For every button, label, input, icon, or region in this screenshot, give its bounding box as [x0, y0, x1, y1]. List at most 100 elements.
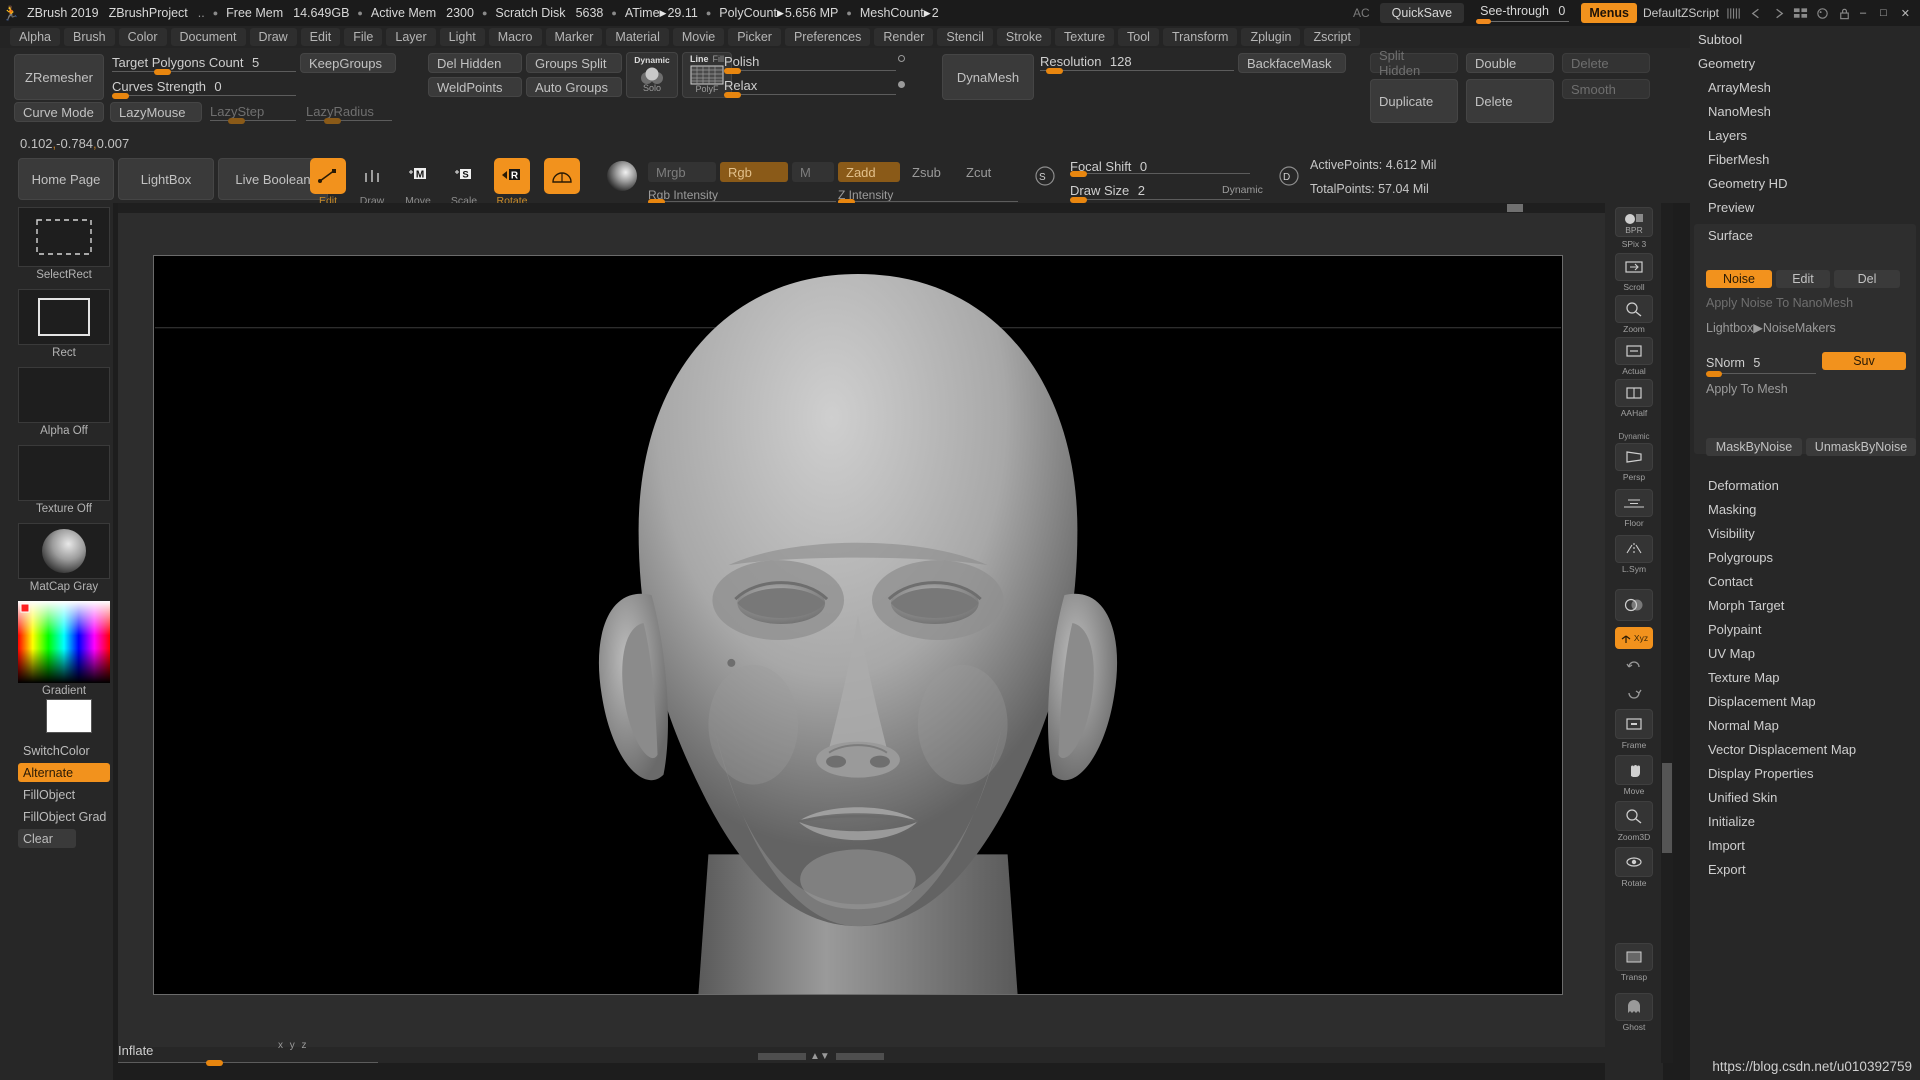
panel-item-deformation[interactable]: Deformation	[1708, 478, 1779, 493]
backface-mask-button[interactable]: BackfaceMask	[1238, 53, 1346, 73]
panel-item-morph-target[interactable]: Morph Target	[1708, 598, 1784, 613]
panel-item-displacement-map[interactable]: Displacement Map	[1708, 694, 1816, 709]
floor-grid-button[interactable]	[1615, 489, 1653, 517]
zremesher-button[interactable]: ZRemesher	[14, 54, 104, 100]
current-material-preview[interactable]	[600, 156, 644, 196]
noise-del-button[interactable]: Del	[1834, 270, 1900, 288]
color-picker-tile[interactable]: Gradient	[18, 601, 110, 697]
curve-mode-button[interactable]: Curve Mode	[14, 102, 104, 122]
rotate-mode-button[interactable]: R	[494, 158, 530, 194]
frame-button[interactable]	[1615, 709, 1653, 739]
focal-shift-badge[interactable]: S	[1030, 160, 1060, 192]
menu-item-texture[interactable]: Texture	[1055, 28, 1115, 46]
menu-item-edit[interactable]: Edit	[300, 28, 341, 46]
menu-item-brush[interactable]: Brush	[63, 28, 115, 46]
focal-shift-slider[interactable]: Focal Shift 0	[1070, 158, 1250, 177]
lightbox-noisemakers-button[interactable]: Lightbox▶NoiseMakers	[1706, 318, 1906, 336]
rotate-view-button[interactable]	[1615, 847, 1653, 877]
surface-title[interactable]: Surface	[1708, 228, 1753, 243]
canvas-bottom-seg-left[interactable]	[758, 1053, 806, 1060]
edit-mode-button[interactable]	[310, 158, 346, 194]
window-maximize-button[interactable]: □	[1880, 7, 1887, 20]
local-symmetry-button[interactable]	[1615, 535, 1653, 563]
menu-item-file[interactable]: File	[344, 28, 383, 46]
curves-strength-slider[interactable]: Curves Strength 0	[112, 78, 296, 99]
menu-item-zscript[interactable]: Zscript	[1304, 28, 1360, 46]
noise-button[interactable]: Noise	[1706, 270, 1772, 288]
panel-item-texture-map[interactable]: Texture Map	[1708, 670, 1780, 685]
scroll-button[interactable]	[1615, 253, 1653, 281]
canvas-right-scrollbar[interactable]	[1661, 203, 1673, 1063]
menu-item-transform[interactable]: Transform	[1162, 28, 1238, 46]
panel-item-uv-map[interactable]: UV Map	[1708, 646, 1755, 661]
menu-item-preferences[interactable]: Preferences	[784, 28, 871, 46]
transp-button[interactable]	[1615, 943, 1653, 971]
z-intensity-slider[interactable]: Z Intensity	[838, 186, 1018, 205]
rotate-ccw-button[interactable]	[1615, 655, 1653, 677]
scale-mode-button[interactable]: S	[446, 158, 482, 194]
weld-points-button[interactable]: WeldPoints	[428, 77, 522, 97]
rotate-cw-button[interactable]	[1615, 681, 1653, 703]
palette-icon[interactable]	[1815, 7, 1830, 20]
see-through-slider[interactable]: See-through 0	[1472, 4, 1573, 24]
polish-radio[interactable]	[898, 55, 905, 62]
transparency-button[interactable]	[1615, 589, 1653, 621]
menu-item-zplugin[interactable]: Zplugin	[1241, 28, 1301, 46]
polish-knob[interactable]	[724, 68, 741, 74]
xyz-button[interactable]: Xyz	[1615, 627, 1653, 649]
texture-tile[interactable]: Texture Off	[18, 445, 110, 515]
panel-item-export[interactable]: Export	[1708, 862, 1746, 877]
ghost-button[interactable]	[1615, 993, 1653, 1021]
document-area[interactable]	[153, 255, 1563, 995]
aahalf-button[interactable]	[1615, 379, 1653, 407]
keep-groups-button[interactable]: KeepGroups	[300, 53, 396, 73]
zoom3d-button[interactable]	[1615, 801, 1653, 831]
move-mode-button[interactable]: M	[400, 158, 436, 194]
quicksave-button[interactable]: QuickSave	[1379, 3, 1465, 23]
resolution-knob[interactable]	[1046, 68, 1063, 74]
menu-item-document[interactable]: Document	[170, 28, 246, 46]
lazy-step-knob[interactable]	[228, 118, 245, 124]
panel-item-layers[interactable]: Layers	[1708, 128, 1747, 143]
panel-item-polypaint[interactable]: Polypaint	[1708, 622, 1761, 637]
human-head-sculpt[interactable]	[154, 256, 1562, 994]
switch-color-button[interactable]: SwitchColor	[18, 741, 110, 760]
panel-item-polygroups[interactable]: Polygroups	[1708, 550, 1773, 565]
zadd-button[interactable]: Zadd	[838, 162, 900, 182]
auto-groups-button[interactable]: Auto Groups	[526, 77, 622, 97]
panel-item-fibermesh[interactable]: FiberMesh	[1708, 152, 1769, 167]
mask-by-noise-button[interactable]: MaskByNoise	[1706, 438, 1802, 456]
polish-slider[interactable]: Polish	[724, 53, 896, 74]
menu-item-stroke[interactable]: Stroke	[996, 28, 1052, 46]
lazy-radius-slider[interactable]: LazyRadius	[306, 103, 392, 124]
fill-object-grad-button[interactable]: FillObject Grad	[18, 807, 110, 826]
current-color-swatch-tile[interactable]	[18, 699, 110, 733]
delete-button[interactable]: Delete	[1466, 79, 1554, 123]
grid-layout-icon[interactable]	[1793, 7, 1808, 20]
snorm-knob[interactable]	[1706, 371, 1722, 377]
delete-top-button[interactable]: Delete	[1562, 53, 1650, 73]
relax-radio[interactable]	[898, 81, 905, 88]
menus-toggle-button[interactable]: Menus	[1581, 3, 1637, 23]
default-zscript-label[interactable]: DefaultZScript	[1643, 6, 1719, 20]
dynamesh-button[interactable]: DynaMesh	[942, 54, 1034, 100]
panel-item-contact[interactable]: Contact	[1708, 574, 1753, 589]
split-hidden-button[interactable]: Split Hidden	[1370, 48, 1458, 78]
clear-button[interactable]: Clear	[18, 829, 76, 848]
del-hidden-button[interactable]: Del Hidden	[428, 53, 522, 73]
alpha-tile[interactable]: Alpha Off	[18, 367, 110, 437]
menu-item-material[interactable]: Material	[606, 28, 669, 46]
gradient-picker-icon[interactable]	[18, 601, 110, 683]
focal-shift-knob[interactable]	[1070, 171, 1087, 177]
rgb-button[interactable]: Rgb	[720, 162, 788, 182]
panel-item-nanomesh[interactable]: NanoMesh	[1708, 104, 1771, 119]
arrow-right-icon[interactable]	[1771, 7, 1786, 20]
menu-item-color[interactable]: Color	[118, 28, 167, 46]
canvas-bottom-arrows-icon[interactable]: ▲▼	[810, 1051, 830, 1062]
menu-item-movie[interactable]: Movie	[672, 28, 725, 46]
menu-item-picker[interactable]: Picker	[728, 28, 781, 46]
panel-item-import[interactable]: Import	[1708, 838, 1745, 853]
panel-item-initialize[interactable]: Initialize	[1708, 814, 1755, 829]
panel-item-unified-skin[interactable]: Unified Skin	[1708, 790, 1777, 805]
curves-strength-knob[interactable]	[112, 93, 129, 99]
